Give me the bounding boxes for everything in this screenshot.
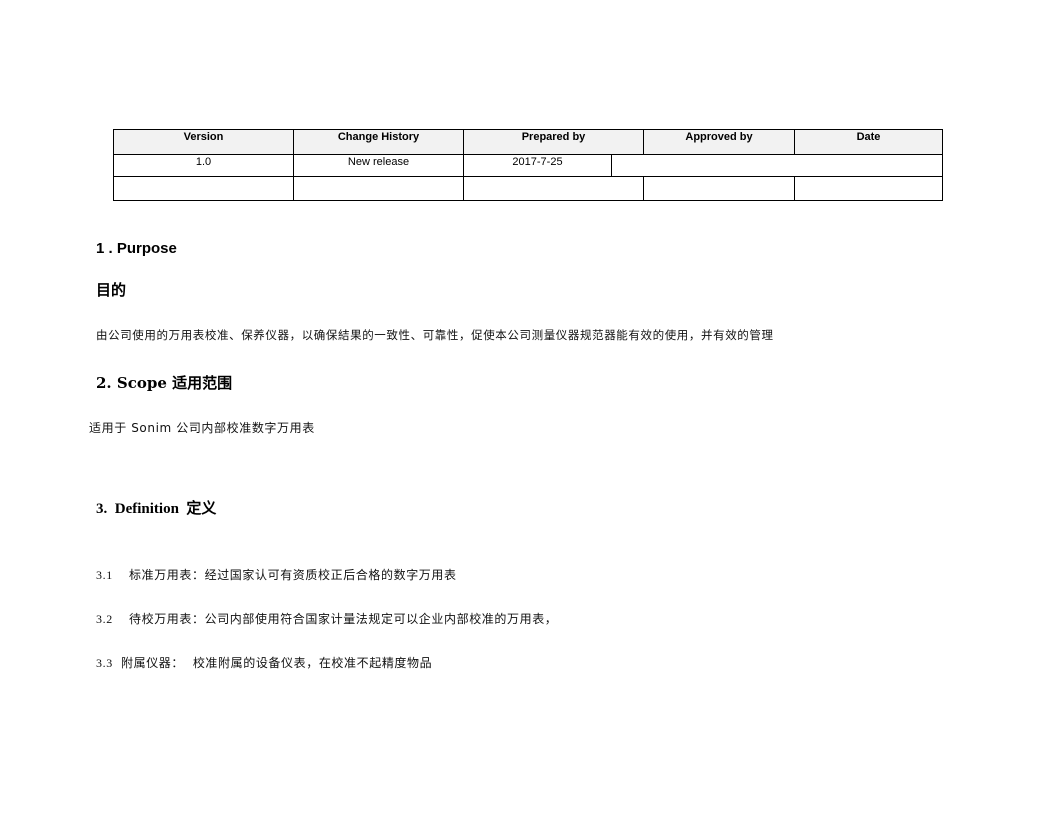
header-change-history: Change History xyxy=(294,130,463,154)
cell-version: 1.0 xyxy=(195,156,212,168)
definition-item-number: 3.3 xyxy=(96,656,113,670)
purpose-body: 由公司使用的万用表校准、保养仪器，以确保結果的一致性、可靠性，促使本公司测量仪器… xyxy=(96,328,774,342)
divider xyxy=(293,176,294,201)
divider xyxy=(794,129,795,155)
purpose-heading: 1 . Purpose xyxy=(96,240,177,258)
definition-heading: 3. Definition 定义 xyxy=(96,501,217,517)
purpose-heading-cn: 目的 xyxy=(96,281,127,299)
definition-item-text: 待校万用表：公司内部使用符合国家计量法规定可以企业内部校准的万用表， xyxy=(129,612,558,626)
scope-body: 适用于 Sonim 公司内部校准数字万用表 xyxy=(89,421,315,435)
divider xyxy=(794,176,795,201)
definition-item-text: 附属仪器： 校准附属的设备仪表，在校准不起精度物品 xyxy=(121,656,433,670)
definition-item: 3.2 待校万用表：公司内部使用符合国家计量法规定可以企业内部校准的万用表， xyxy=(96,610,557,627)
header-prepared-by: Prepared by xyxy=(464,130,643,154)
divider xyxy=(463,176,464,201)
definition-item: 3.1 标准万用表：经过国家认可有资质校正后合格的数字万用表 xyxy=(96,566,457,583)
header-version: Version xyxy=(114,130,293,154)
definition-item-number: 3.1 xyxy=(96,568,113,582)
header-approved-by: Approved by xyxy=(644,130,794,154)
table-row-empty xyxy=(113,176,943,201)
cell-approved-by xyxy=(612,155,942,176)
purpose-heading-text: 1 . Purpose xyxy=(96,240,177,257)
cell-change-history: New release xyxy=(347,156,410,168)
divider xyxy=(942,154,943,177)
definition-item: 3.3 附属仪器： 校准附属的设备仪表，在校准不起精度物品 xyxy=(96,654,432,671)
definition-item-text: 标准万用表：经过国家认可有资质校正后合格的数字万用表 xyxy=(129,568,457,582)
definition-item-number: 3.2 xyxy=(96,612,113,626)
cell-prepared-by: 2017-7-25 xyxy=(512,156,563,168)
divider xyxy=(293,129,294,155)
header-date: Date xyxy=(795,130,942,154)
scope-heading: 2. Scope 适用范围 xyxy=(96,374,233,392)
divider xyxy=(463,129,464,155)
divider xyxy=(643,176,644,201)
divider xyxy=(643,129,644,155)
